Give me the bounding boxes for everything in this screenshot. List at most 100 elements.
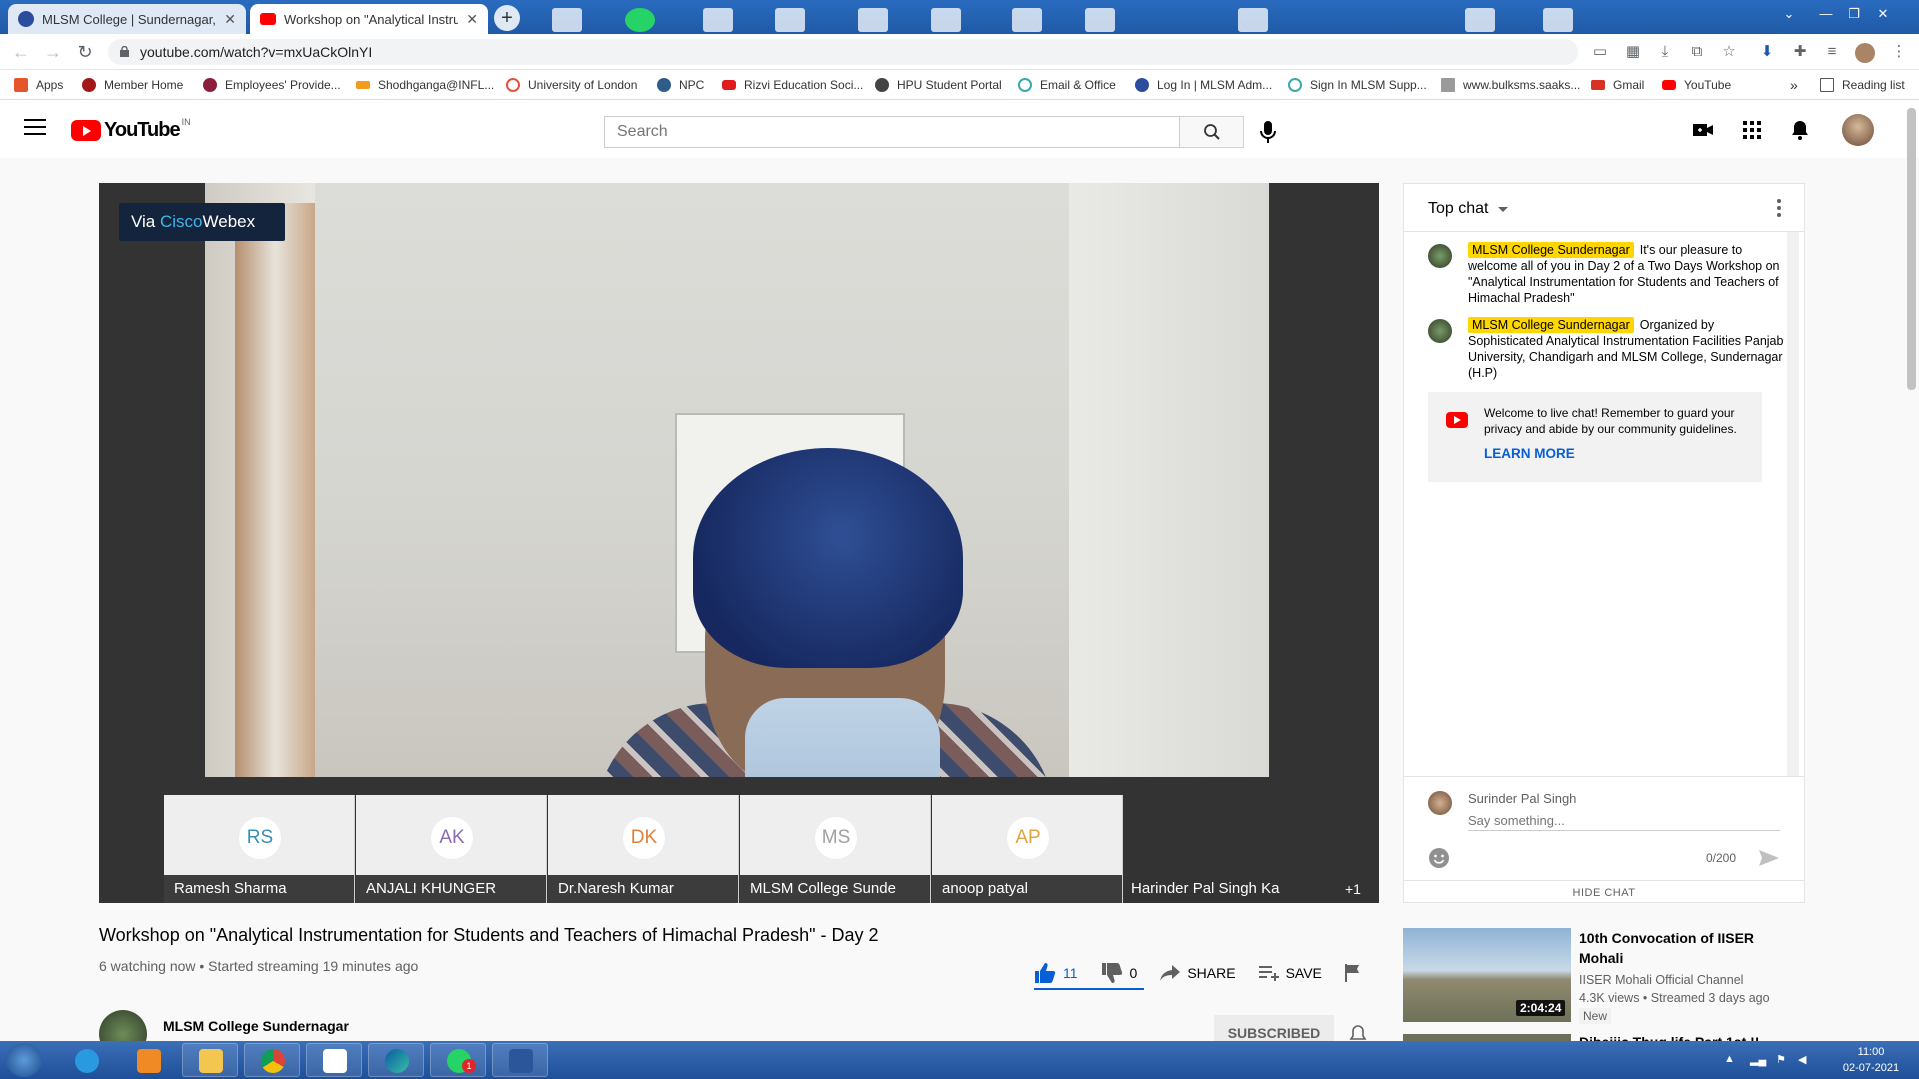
tab-close-icon[interactable]: ✕: [466, 11, 478, 28]
page-scrollbar[interactable]: [1907, 108, 1916, 390]
send-icon[interactable]: [1758, 849, 1780, 867]
word-icon: [509, 1049, 533, 1073]
save-button[interactable]: SAVE: [1258, 955, 1322, 991]
network-signal-icon[interactable]: ▂▄: [1750, 1053, 1766, 1066]
cast-icon[interactable]: ▭: [1591, 43, 1609, 61]
taskbar-messages[interactable]: [306, 1043, 362, 1077]
hamburger-menu-icon[interactable]: [24, 119, 46, 137]
bookmark-shodhganga[interactable]: Shodhganga@INFL...: [356, 76, 494, 94]
restore-icon[interactable]: ❐: [1843, 4, 1865, 24]
related-video-title[interactable]: 10th Convocation of IISER Mohali: [1579, 928, 1789, 968]
youtube-logo[interactable]: YouTube IN: [71, 117, 191, 142]
like-button[interactable]: 11: [1033, 955, 1078, 991]
browser-tab-strip: MLSM College | Sundernagar, Ma ✕ Worksho…: [0, 0, 1919, 34]
taskbar-file-explorer[interactable]: [182, 1043, 238, 1077]
emoji-icon[interactable]: [1428, 847, 1450, 869]
bookmark-bulksms[interactable]: www.bulksms.saaks...: [1441, 76, 1580, 94]
start-button[interactable]: [6, 1043, 42, 1077]
taskbar-media-player[interactable]: [120, 1043, 176, 1077]
channel-name[interactable]: MLSM College Sundernagar: [163, 1018, 349, 1034]
extensions-puzzle-icon[interactable]: ✚: [1791, 43, 1809, 61]
clock-time[interactable]: 11:00: [1841, 1046, 1901, 1058]
bookmark-hpu-student-portal[interactable]: HPU Student Portal: [875, 76, 1002, 94]
taskbar-internet-explorer[interactable]: [58, 1043, 114, 1077]
bookmark-star-icon[interactable]: ☆: [1720, 43, 1738, 61]
bookmark-rizvi-education[interactable]: Rizvi Education Soci...: [722, 76, 863, 94]
bookmark-email-office[interactable]: Email & Office: [1018, 76, 1116, 94]
bookmark-label: Log In | MLSM Adm...: [1157, 78, 1273, 92]
message-author[interactable]: MLSM College Sundernagar: [1468, 317, 1634, 333]
tab-search-icon[interactable]: ⌄: [1778, 4, 1800, 24]
user-avatar[interactable]: [1842, 114, 1874, 146]
install-icon[interactable]: ⤓: [1656, 43, 1674, 61]
chat-mode-selector[interactable]: Top chat: [1428, 200, 1488, 218]
bookmarks-overflow-button[interactable]: »: [1790, 76, 1798, 94]
tab-mlsm-college[interactable]: MLSM College | Sundernagar, Ma ✕: [8, 4, 246, 34]
minimize-icon[interactable]: —: [1815, 4, 1837, 24]
tab-title: MLSM College | Sundernagar, Ma: [42, 11, 216, 27]
support-icon: [1288, 78, 1302, 92]
flag-tray-icon[interactable]: ⚑: [1776, 1053, 1786, 1066]
forward-arrow-icon[interactable]: →: [42, 41, 64, 63]
chat-message-input[interactable]: [1468, 811, 1780, 831]
media-queue-icon[interactable]: ≡: [1823, 43, 1841, 61]
search-input[interactable]: [604, 116, 1180, 148]
apps-grid-icon[interactable]: [1740, 118, 1764, 142]
video-player[interactable]: Via CiscoWebex RS Ramesh Sharma AK ANJAL…: [99, 183, 1379, 903]
learn-more-link[interactable]: LEARN MORE: [1484, 446, 1575, 461]
chevron-down-icon[interactable]: [1498, 207, 1508, 212]
share-button[interactable]: SHARE: [1159, 955, 1236, 991]
more-menu-icon[interactable]: ⋮: [1890, 43, 1908, 61]
taskbar-word[interactable]: [492, 1043, 548, 1077]
search-button[interactable]: [1180, 116, 1244, 148]
like-ratio-bar: [1034, 988, 1144, 990]
email-office-icon: [1018, 78, 1032, 92]
new-badge: New: [1579, 1008, 1612, 1024]
translate-icon[interactable]: ⧉: [1688, 43, 1706, 61]
more-vertical-icon[interactable]: [1776, 198, 1782, 218]
taskbar-edge[interactable]: [368, 1043, 424, 1077]
chat-scrollbar[interactable]: [1787, 232, 1799, 776]
back-arrow-icon[interactable]: ←: [10, 41, 32, 63]
clock-date[interactable]: 02-07-2021: [1841, 1062, 1901, 1074]
bookmark-youtube[interactable]: YouTube: [1662, 76, 1731, 94]
badge-via-text: Via: [131, 212, 160, 231]
bookmark-employees-provident[interactable]: Employees' Provide...: [203, 76, 341, 94]
bookmarks-bar: Apps Member Home Employees' Provide... S…: [0, 70, 1919, 100]
bookmark-university-of-london[interactable]: University of London: [506, 76, 637, 94]
folder-icon: [199, 1049, 223, 1073]
microphone-icon[interactable]: [1255, 118, 1281, 146]
volume-icon[interactable]: ◀: [1798, 1053, 1806, 1066]
bookmark-npc[interactable]: NPC: [657, 76, 704, 94]
notifications-bell-icon[interactable]: [1788, 118, 1812, 142]
qr-code-icon[interactable]: ▦: [1624, 43, 1642, 61]
tab-workshop-video[interactable]: Workshop on "Analytical Instrum ✕: [250, 4, 488, 34]
bookmark-member-home[interactable]: Member Home: [82, 76, 183, 94]
tray-expand-icon[interactable]: ▲: [1724, 1053, 1735, 1065]
speaker-camera-feed: [205, 183, 1269, 777]
bookmark-mlsm-support[interactable]: Sign In MLSM Supp...: [1288, 76, 1427, 94]
hide-chat-button[interactable]: HIDE CHAT: [1404, 880, 1804, 904]
video-duration: 2:04:24: [1516, 1000, 1566, 1016]
bookmark-apps[interactable]: Apps: [14, 76, 63, 94]
epfo-icon: [203, 78, 217, 92]
taskbar-chrome[interactable]: [244, 1043, 300, 1077]
bookmark-label: www.bulksms.saaks...: [1463, 78, 1581, 92]
create-video-icon[interactable]: [1691, 118, 1715, 142]
address-bar[interactable]: youtube.com/watch?v=mxUaCkOlnYI: [108, 39, 1578, 65]
bookmark-mlsm-admin[interactable]: Log In | MLSM Adm...: [1135, 76, 1272, 94]
tab-close-icon[interactable]: ✕: [224, 11, 236, 28]
dislike-button[interactable]: 0: [1100, 955, 1137, 991]
taskbar-whatsapp[interactable]: [430, 1043, 486, 1077]
live-chat-panel: Top chat MLSM College Sundernagar It's ou…: [1403, 183, 1805, 903]
download-extension-icon[interactable]: ⬇: [1758, 43, 1776, 61]
report-button[interactable]: [1344, 955, 1368, 991]
apps-grid-icon: [14, 78, 28, 92]
window-close-icon[interactable]: ✕: [1872, 4, 1894, 24]
reading-list-button[interactable]: Reading list: [1820, 76, 1905, 94]
bookmark-gmail[interactable]: Gmail: [1591, 76, 1644, 94]
reload-icon[interactable]: ↻: [74, 41, 96, 63]
profile-avatar[interactable]: [1855, 43, 1875, 63]
message-author[interactable]: MLSM College Sundernagar: [1468, 242, 1634, 258]
new-tab-button[interactable]: +: [494, 5, 520, 31]
